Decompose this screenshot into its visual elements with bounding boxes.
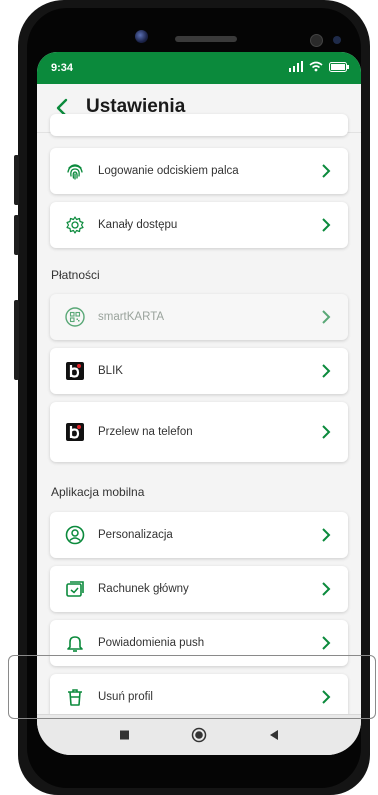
- chevron-right-icon: [322, 582, 331, 596]
- list-item-partial[interactable]: [50, 114, 348, 136]
- chevron-right-icon: [322, 218, 331, 232]
- list-item-access-channels[interactable]: Kanały dostępu: [50, 202, 348, 248]
- list-item-smartkarta[interactable]: smartKARTA: [50, 294, 348, 340]
- home-button-icon[interactable]: [191, 727, 207, 743]
- highlight-frame: [8, 655, 376, 719]
- recent-apps-button[interactable]: [120, 730, 129, 740]
- list-item-label: Personalizacja: [98, 529, 173, 541]
- list-item-label: Kanały dostępu: [98, 219, 178, 231]
- list-item-blik[interactable]: BLIK: [50, 348, 348, 394]
- list-item-personalization[interactable]: Personalizacja: [50, 512, 348, 558]
- list-item-phone-transfer[interactable]: Przelew na telefon: [50, 402, 348, 462]
- chevron-right-icon: [322, 310, 331, 324]
- list-item-label: Powiadomienia push: [98, 637, 205, 649]
- iris-sensor: [333, 36, 341, 44]
- chevron-right-icon: [322, 528, 331, 542]
- main-account-icon: [66, 581, 84, 597]
- signal-icon: [289, 61, 303, 72]
- battery-icon: [329, 61, 349, 72]
- list-item-label: BLIK: [98, 365, 123, 377]
- fingerprint-icon: [67, 164, 83, 180]
- blik-logo-icon: [66, 423, 84, 441]
- bixby-button: [14, 215, 19, 255]
- wifi-icon: [309, 61, 323, 72]
- status-icons: [289, 61, 349, 72]
- section-title-payments: Płatności: [51, 268, 100, 282]
- chevron-right-icon: [322, 636, 331, 650]
- blik-logo-icon: [66, 362, 84, 380]
- status-bar: 9:34: [37, 52, 361, 84]
- proximity-sensor: [310, 34, 323, 47]
- list-item-main-account[interactable]: Rachunek główny: [50, 566, 348, 612]
- status-time: 9:34: [51, 62, 74, 74]
- qr-code-icon: [65, 307, 85, 327]
- list-item-fingerprint-login[interactable]: Logowanie odciskiem palca: [50, 148, 348, 194]
- list-item-label: Logowanie odciskiem palca: [98, 165, 239, 177]
- list-item-label: Rachunek główny: [98, 583, 189, 595]
- chevron-right-icon: [322, 364, 331, 378]
- chevron-right-icon: [322, 425, 331, 439]
- volume-button: [14, 155, 19, 205]
- chevron-right-icon: [322, 164, 331, 178]
- section-title-mobile-app: Aplikacja mobilna: [51, 485, 145, 499]
- list-item-label: Przelew na telefon: [98, 426, 193, 438]
- system-nav-bar: [37, 714, 361, 755]
- front-camera: [135, 30, 148, 43]
- user-circle-icon: [65, 525, 85, 545]
- bell-icon: [67, 636, 83, 652]
- settings-gear-icon: [66, 216, 84, 234]
- app-screen: 9:34 Ustawienia Logowanie odciskiem palc…: [37, 52, 361, 755]
- back-button-icon[interactable]: [269, 729, 279, 741]
- earpiece-speaker: [175, 36, 237, 42]
- power-button: [14, 300, 19, 380]
- list-item-label: smartKARTA: [98, 311, 165, 323]
